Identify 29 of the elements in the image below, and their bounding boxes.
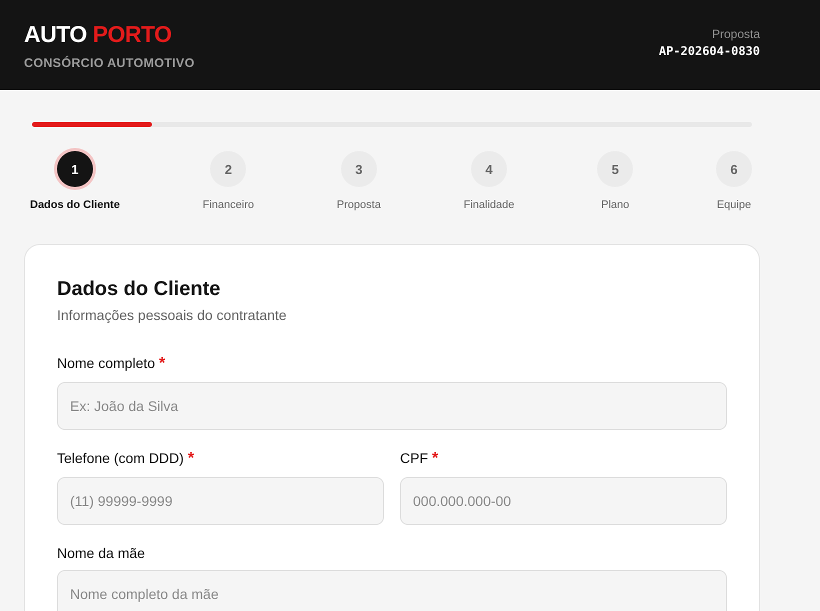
- required-mark: *: [432, 450, 438, 468]
- step-number[interactable]: 5: [597, 151, 634, 187]
- step-label[interactable]: Finalidade: [464, 199, 514, 211]
- proposal-label: Proposta: [710, 26, 760, 40]
- step-number[interactable]: 4: [471, 151, 507, 187]
- step-number[interactable]: 1: [56, 151, 93, 187]
- required-mark: *: [159, 355, 166, 373]
- step-number[interactable]: 6: [716, 151, 752, 187]
- brand-logo: AUTO PORTO: [24, 20, 173, 48]
- step-label[interactable]: Financeiro: [202, 199, 254, 211]
- step-number[interactable]: 3: [340, 151, 377, 187]
- required-mark: *: [188, 450, 194, 468]
- section-subtitle: Informações pessoais do contratante: [57, 307, 288, 323]
- proposal-code: AP-202604-0830: [658, 44, 760, 58]
- field-label: Nome da mãe: [57, 545, 145, 561]
- brand-subtitle: CONSÓRCIO AUTOMOTIVO: [24, 56, 195, 70]
- input-field[interactable]: (11) 99999-9999: [57, 477, 384, 525]
- section-title: Dados do Cliente: [57, 278, 222, 301]
- input-field[interactable]: 000.000.000-00: [400, 477, 727, 525]
- field-label: Telefone (com DDD): [57, 450, 184, 466]
- input-field[interactable]: Ex: João da Silva: [57, 382, 727, 430]
- step-label[interactable]: Proposta: [336, 199, 381, 211]
- step-label[interactable]: Dados do Cliente: [30, 199, 120, 211]
- step-label[interactable]: Plano: [601, 199, 630, 211]
- step-number[interactable]: 2: [210, 151, 246, 187]
- input-field[interactable]: Nome completo da mãe: [57, 570, 727, 611]
- field-label: CPF: [400, 450, 428, 466]
- step-label[interactable]: Equipe: [716, 199, 752, 211]
- field-label: Nome completo: [57, 355, 156, 371]
